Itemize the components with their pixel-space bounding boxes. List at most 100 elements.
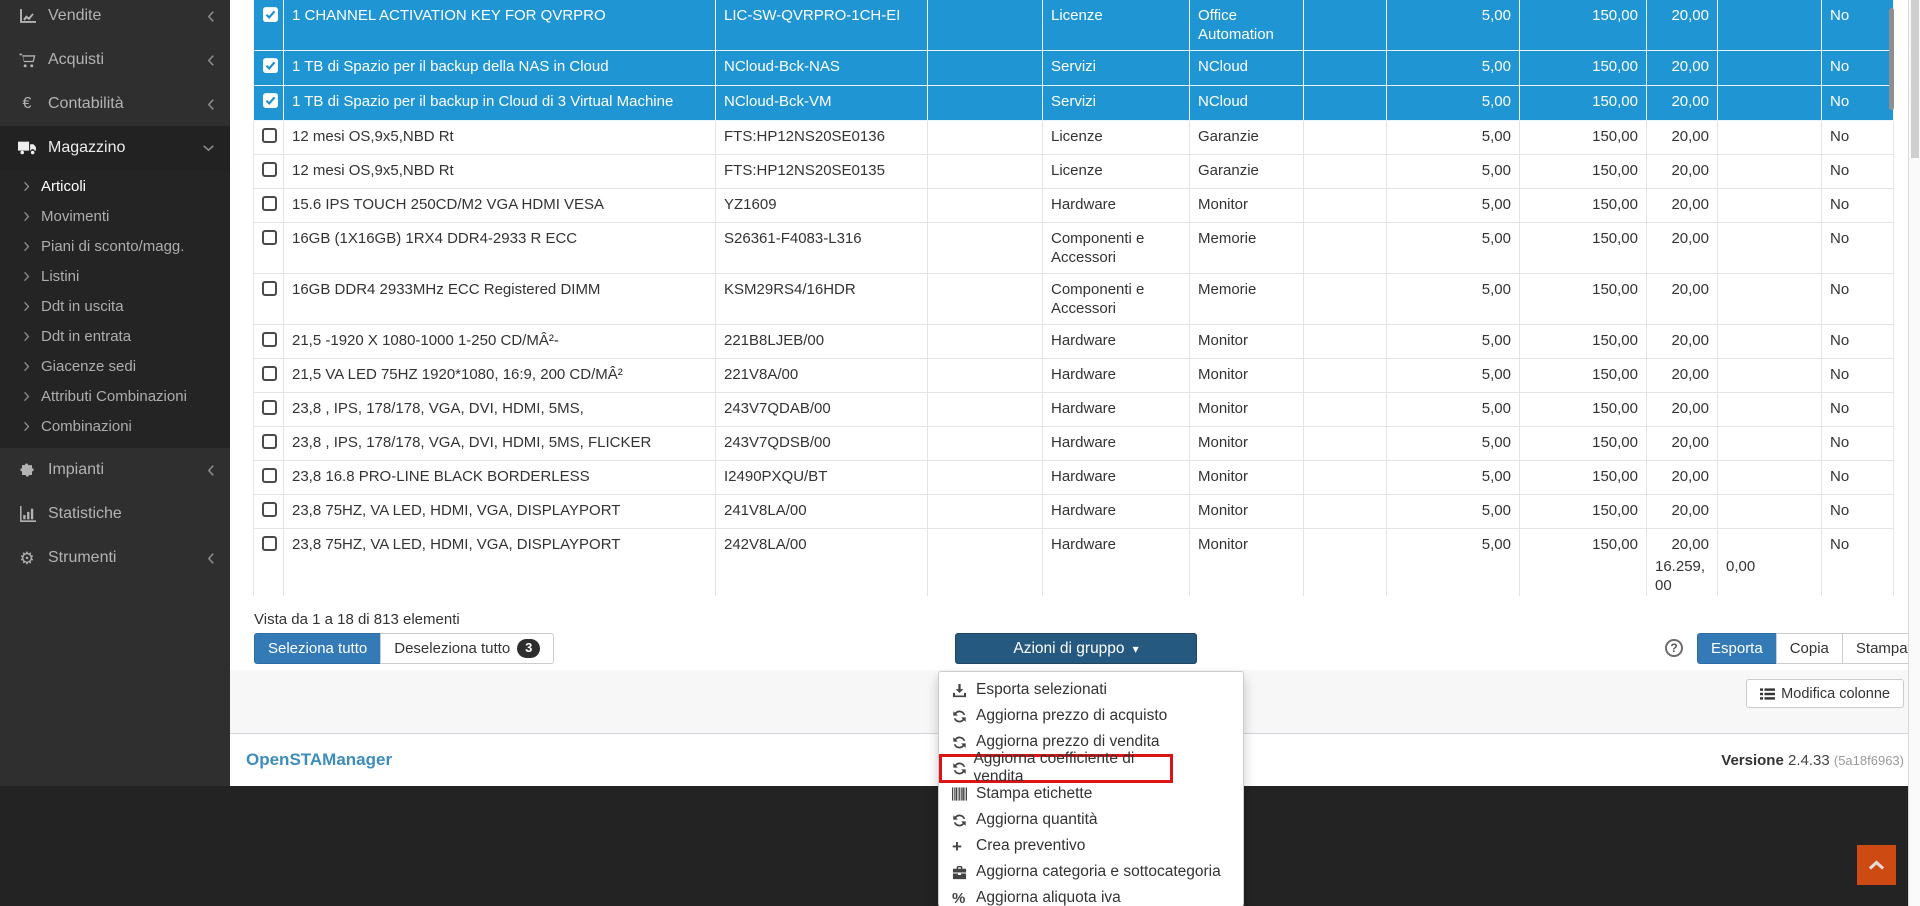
columns-list-icon: [1760, 687, 1776, 701]
table-scrollbar-thumb[interactable]: [1889, 8, 1894, 110]
menu-item-crea-preventivo[interactable]: + Crea preventivo: [939, 833, 1243, 859]
row-checkbox[interactable]: [262, 366, 277, 381]
table-row[interactable]: 16GB DDR4 2933MHz ECC Registered DIMM KSM…: [253, 273, 1894, 325]
sidebar-item-impianti[interactable]: Impianti: [0, 448, 230, 492]
table-row[interactable]: 23,8 75HZ, VA LED, HDMI, VGA, DISPLAYPOR…: [253, 494, 1894, 529]
sidebar-item-magazzino[interactable]: Magazzino: [0, 126, 230, 170]
row-checkbox[interactable]: [262, 162, 277, 177]
refresh-icon: [952, 709, 971, 724]
export-button[interactable]: Esporta: [1697, 633, 1777, 664]
cell-price: 150,00: [1519, 392, 1647, 427]
cell-coeff: 20,00: [1646, 392, 1718, 427]
sidebar-item-giacenze-sedi[interactable]: Giacenze sedi: [0, 351, 230, 381]
sidebar-item-contabilit-[interactable]: € Contabilità: [0, 82, 230, 126]
sidebar-item-attributi-combinazioni[interactable]: Attributi Combinazioni: [0, 381, 230, 411]
scroll-to-top-button[interactable]: [1857, 845, 1896, 885]
sidebar-item-listini[interactable]: Listini: [0, 261, 230, 291]
cell-subcategory: Monitor: [1189, 426, 1304, 461]
menu-item-esporta-selezionati[interactable]: Esporta selezionati: [939, 677, 1243, 703]
modify-columns-button[interactable]: Modifica colonne: [1746, 679, 1904, 708]
menu-item-aggiorna-quantit-[interactable]: Aggiorna quantità: [939, 807, 1243, 833]
cell-description: 23,8 , IPS, 178/178, VGA, DVI, HDMI, 5MS…: [283, 426, 716, 461]
table-row[interactable]: 23,8 , IPS, 178/178, VGA, DVI, HDMI, 5MS…: [253, 392, 1894, 427]
menu-item-aggiorna-categoria-e-sottocategoria[interactable]: Aggiorna categoria e sottocategoria: [939, 859, 1243, 885]
app-window: Vendite Acquisti € Contabilità Magazzino Arti…: [0, 0, 1920, 906]
sidebar-item-movimenti[interactable]: Movimenti: [0, 201, 230, 231]
chevron-right-icon: [23, 181, 30, 192]
sidebar-item-acquisti[interactable]: Acquisti: [0, 38, 230, 82]
sidebar-item-piani-di-sconto-magg-[interactable]: Piani di sconto/magg.: [0, 231, 230, 261]
menu-item-aggiorna-aliquota-iva[interactable]: % Aggiorna aliquota iva: [939, 885, 1243, 906]
row-checkbox[interactable]: [262, 128, 277, 143]
cell-category: Hardware: [1042, 494, 1190, 529]
menu-item-stampa-etichette[interactable]: Stampa etichette: [939, 781, 1243, 807]
row-checkbox[interactable]: [262, 400, 277, 415]
table-row[interactable]: 21,5 VA LED 75HZ 1920*1080, 16:9, 200 CD…: [253, 358, 1894, 393]
check-square-icon[interactable]: [262, 6, 279, 23]
sidebar-item-statistiche[interactable]: Statistiche: [0, 492, 230, 536]
sidebar-item-combinazioni[interactable]: Combinazioni: [0, 411, 230, 441]
chevron-right-icon: [23, 361, 30, 372]
row-checkbox[interactable]: [262, 502, 277, 517]
row-checkbox[interactable]: [262, 281, 277, 296]
copy-button[interactable]: Copia: [1775, 633, 1843, 664]
chevron-up-icon: [1868, 859, 1885, 871]
table-row[interactable]: 12 mesi OS,9x5,NBD Rt FTS:HP12NS20SE0136 L…: [253, 120, 1894, 155]
sidebar-item-vendite[interactable]: Vendite: [0, 0, 230, 38]
plus-icon: +: [952, 836, 962, 856]
cell-code: I2490PXQU/BT: [715, 460, 928, 495]
menu-item-aggiorna-prezzo-di-acquisto[interactable]: Aggiorna prezzo di acquisto: [939, 703, 1243, 729]
table-row[interactable]: 1 CHANNEL ACTIVATION KEY FOR QVRPRO LIC-S…: [253, 0, 1894, 51]
cell-flag: No: [1821, 50, 1894, 86]
cell-description: 16GB DDR4 2933MHz ECC Registered DIMM: [283, 273, 716, 325]
cell-qty: 5,00: [1386, 494, 1520, 529]
cell-code: 243V7QDAB/00: [715, 392, 928, 427]
cell-subcategory: Monitor: [1189, 392, 1304, 427]
cell-description: 1 TB di Spazio per il backup in Cloud di…: [283, 85, 716, 121]
cell-category: Licenze: [1042, 120, 1190, 155]
table-row[interactable]: 23,8 16.8 PRO-LINE BLACK BORDERLESS I2490…: [253, 460, 1894, 495]
cell-qty: 5,00: [1386, 50, 1520, 86]
download-icon: [952, 683, 971, 698]
cell-code: YZ1609: [715, 188, 928, 223]
table-row[interactable]: 1 TB di Spazio per il backup della NAS i…: [253, 50, 1894, 86]
chevron-down-icon: [202, 144, 215, 152]
menu-item-aggiorna-coefficiente-di-vendita[interactable]: Aggiorna coefficiente di vendita: [939, 750, 1173, 785]
table-row[interactable]: 15.6 IPS TOUCH 250CD/M2 VGA HDMI VESA YZ1…: [253, 188, 1894, 223]
check-square-icon[interactable]: [262, 57, 279, 74]
deselect-all-button[interactable]: Deseleziona tutto 3: [380, 633, 555, 664]
sidebar-item-strumenti[interactable]: ⚙ Strumenti: [0, 536, 230, 580]
sidebar-item-articoli[interactable]: Articoli: [0, 171, 230, 201]
row-checkbox[interactable]: [262, 536, 277, 551]
brand-link[interactable]: OpenSTAManager: [246, 750, 392, 770]
cell-code: 221V8A/00: [715, 358, 928, 393]
cell-qty: 5,00: [1386, 426, 1520, 461]
page-scrollbar-thumb[interactable]: [1911, 0, 1919, 158]
row-checkbox[interactable]: [262, 434, 277, 449]
sidebar-item-ddt-in-entrata[interactable]: Ddt in entrata: [0, 321, 230, 351]
check-square-icon[interactable]: [262, 92, 279, 109]
puzzle-icon: [15, 462, 39, 478]
table-row[interactable]: 1 TB di Spazio per il backup in Cloud di…: [253, 85, 1894, 121]
group-actions-button[interactable]: Azioni di gruppo ▾: [955, 633, 1197, 664]
help-icon[interactable]: ?: [1665, 639, 1683, 657]
cell-coeff: 20,00: [1646, 50, 1718, 86]
table-row[interactable]: 12 mesi OS,9x5,NBD Rt FTS:HP12NS20SE0135 L…: [253, 154, 1894, 189]
cell-flag: No: [1821, 0, 1894, 51]
row-checkbox[interactable]: [262, 196, 277, 211]
table-row[interactable]: 16GB (1X16GB) 1RX4 DDR4-2933 R ECC S26361…: [253, 222, 1894, 274]
euro-icon: €: [22, 95, 32, 112]
line-chart-icon: [15, 8, 39, 24]
row-checkbox[interactable]: [262, 468, 277, 483]
table-row[interactable]: 21,5 -1920 X 1080-1000 1-250 CD/MÂ²- 221B…: [253, 324, 1894, 359]
cell-category: Hardware: [1042, 358, 1190, 393]
select-all-button[interactable]: Seleziona tutto: [254, 633, 382, 664]
page-scrollbar[interactable]: [1908, 0, 1920, 906]
cell-qty: 5,00: [1386, 222, 1520, 274]
cell-description: 12 mesi OS,9x5,NBD Rt: [283, 120, 716, 155]
gear-icon: ⚙: [19, 548, 35, 568]
table-row[interactable]: 23,8 , IPS, 178/178, VGA, DVI, HDMI, 5MS…: [253, 426, 1894, 461]
row-checkbox[interactable]: [262, 332, 277, 347]
row-checkbox[interactable]: [262, 230, 277, 245]
sidebar-item-ddt-in-uscita[interactable]: Ddt in uscita: [0, 291, 230, 321]
